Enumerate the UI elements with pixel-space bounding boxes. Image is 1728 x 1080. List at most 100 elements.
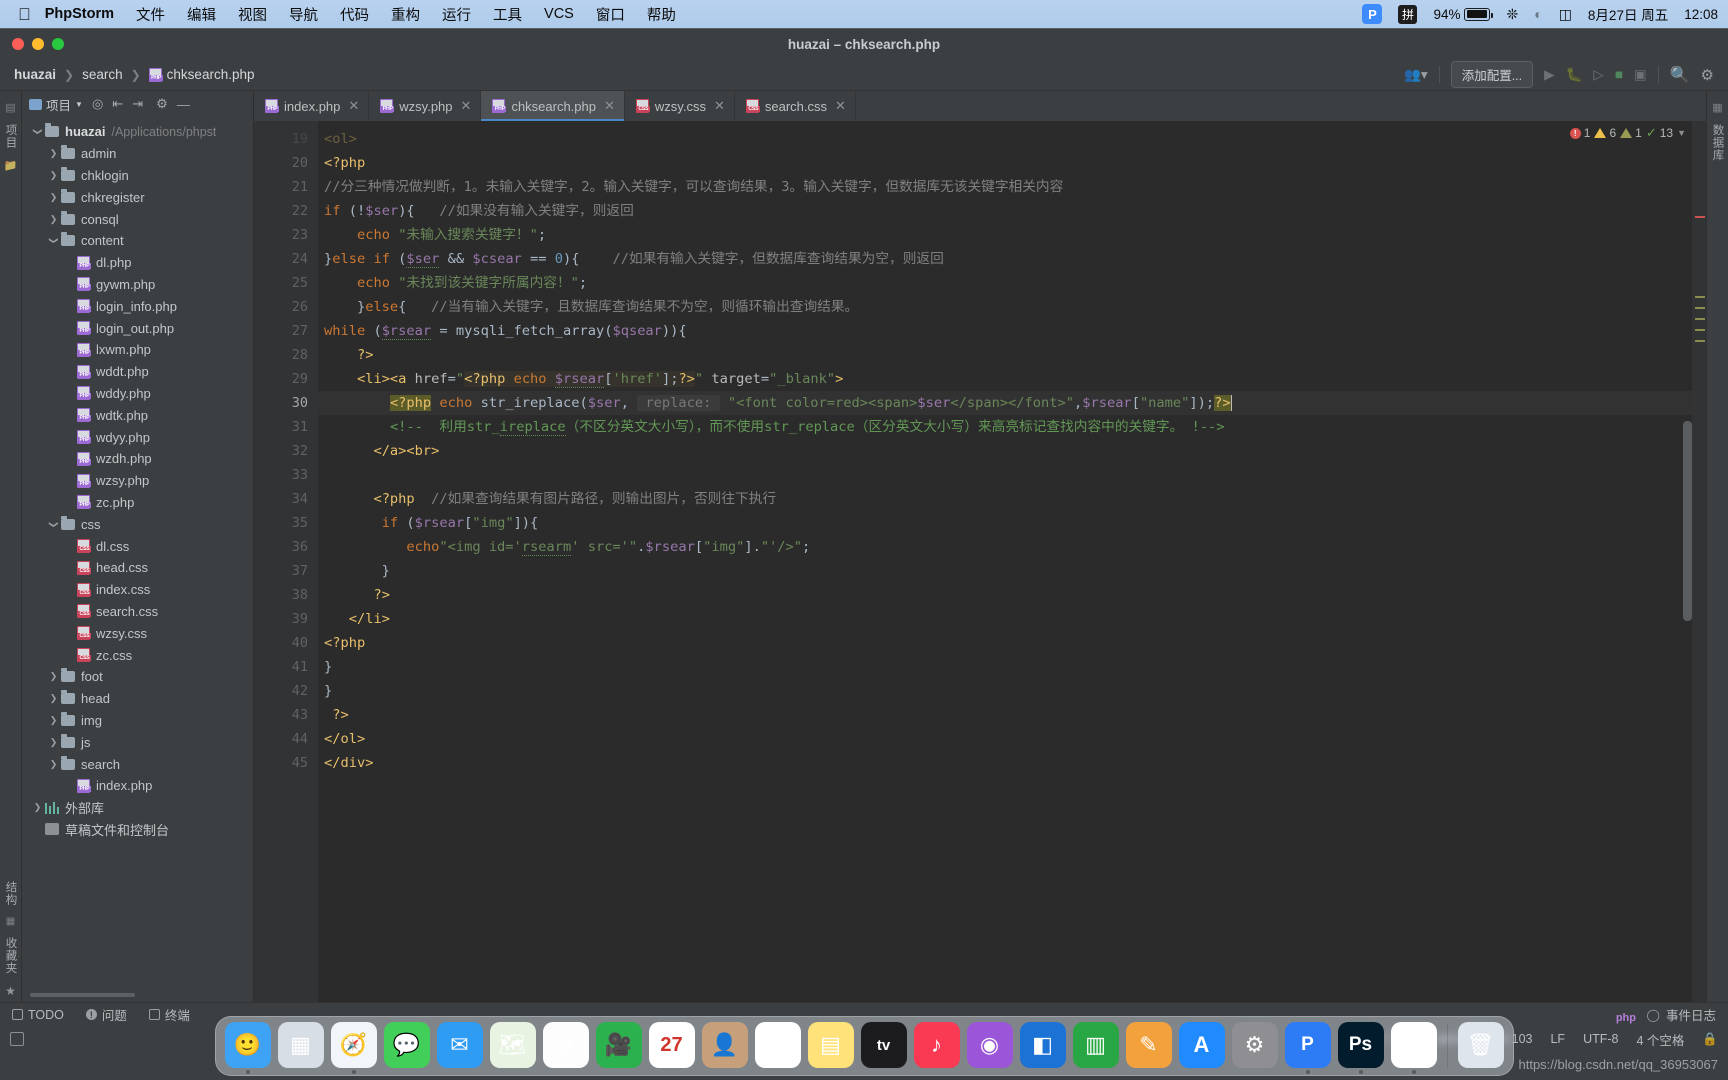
tree-item-wzdh-php[interactable]: ❯wzdh.php: [22, 448, 253, 470]
minimize-window-button[interactable]: [32, 38, 44, 50]
bluetooth-icon[interactable]: ❊: [1506, 6, 1518, 23]
close-icon[interactable]: ✕: [714, 98, 725, 114]
line-number-28[interactable]: 28: [254, 343, 318, 367]
tree-item-gywm-php[interactable]: ❯gywm.php: [22, 274, 253, 296]
dock-notes-icon[interactable]: ▤: [807, 1022, 854, 1068]
code-line-45[interactable]: </div>: [318, 751, 1692, 775]
tree-item-js[interactable]: ❯ js: [22, 731, 253, 753]
line-number-41[interactable]: 41: [254, 655, 318, 679]
warning-marker[interactable]: [1695, 296, 1705, 298]
tree-item-head-css[interactable]: ❯head.css: [22, 557, 253, 579]
dock-photos-icon[interactable]: ❀: [542, 1022, 589, 1068]
tree-item-chkregister[interactable]: ❯ chkregister: [22, 186, 253, 208]
line-number-30[interactable]: 30: [254, 391, 318, 415]
profile-icon[interactable]: ■: [1615, 67, 1623, 82]
line-number-44[interactable]: 44: [254, 727, 318, 751]
close-window-button[interactable]: [12, 38, 24, 50]
tree-item-css[interactable]: ❯ css: [22, 513, 253, 535]
menu-item-view[interactable]: 视图: [238, 4, 267, 25]
line-number-25[interactable]: 25: [254, 271, 318, 295]
code-line-22[interactable]: if (!$ser){ //如果没有输入关键字，则返回: [318, 199, 1692, 223]
warning-marker[interactable]: [1695, 318, 1705, 320]
dock-numbers-icon[interactable]: ▥: [1072, 1022, 1119, 1068]
line-number-26[interactable]: 26: [254, 295, 318, 319]
tree-item---------[interactable]: ❯草稿文件和控制台: [22, 819, 253, 841]
dock-safari-icon[interactable]: 🧭: [330, 1022, 377, 1074]
line-number-21[interactable]: 21: [254, 175, 318, 199]
close-icon[interactable]: ✕: [461, 98, 472, 114]
zoom-window-button[interactable]: [52, 38, 64, 50]
dock-messages-icon[interactable]: 💬: [383, 1022, 430, 1068]
tree-item-dl-php[interactable]: ❯dl.php: [22, 252, 253, 274]
typo-count-chip[interactable]: ✓ 13: [1646, 125, 1673, 141]
tree-item----[interactable]: ❯ 外部库: [22, 797, 253, 819]
chevron-right-icon[interactable]: ❯: [46, 170, 61, 181]
tree-item-consql[interactable]: ❯ consql: [22, 208, 253, 230]
stop-icon[interactable]: ▣: [1634, 67, 1647, 83]
tree-item-dl-css[interactable]: ❯dl.css: [22, 535, 253, 557]
warning-marker[interactable]: [1695, 340, 1705, 342]
chevron-right-icon[interactable]: ❯: [46, 148, 61, 159]
code-line-25[interactable]: echo "未找到该关键字所属内容！";: [318, 271, 1692, 295]
code-line-19[interactable]: <ol>: [318, 127, 1692, 151]
menu-item-help[interactable]: 帮助: [647, 4, 676, 25]
code-line-20[interactable]: <?php: [318, 151, 1692, 175]
line-number-37[interactable]: 37: [254, 559, 318, 583]
chevron-right-icon[interactable]: ❯: [46, 214, 61, 225]
menu-item-window[interactable]: 窗口: [596, 4, 625, 25]
apple-icon[interactable]: : [18, 6, 31, 23]
chevron-right-icon[interactable]: ❯: [46, 192, 61, 203]
line-number-45[interactable]: 45: [254, 751, 318, 775]
code-line-44[interactable]: </ol>: [318, 727, 1692, 751]
tree-item-admin[interactable]: ❯ admin: [22, 143, 253, 165]
breadcrumb-folder[interactable]: search: [82, 67, 123, 82]
tree-item-foot[interactable]: ❯ foot: [22, 666, 253, 688]
editor-vertical-scrollbar[interactable]: [1683, 421, 1692, 621]
menubar-time[interactable]: 12:08: [1684, 7, 1718, 22]
dock-appletv-icon[interactable]: tv: [860, 1022, 907, 1068]
code-line-26[interactable]: }else{ //当有输入关键字，且数据库查询结果不为空，则循环输出查询结果。: [318, 295, 1692, 319]
tree-item-zc-css[interactable]: ❯zc.css: [22, 644, 253, 666]
inspection-widget[interactable]: ! 1 6 1 ✓ 13 ▼: [1569, 125, 1686, 141]
weak-warning-count-chip[interactable]: 1: [1620, 126, 1642, 140]
line-number-40[interactable]: 40: [254, 631, 318, 655]
code-line-40[interactable]: <?php: [318, 631, 1692, 655]
line-number-36[interactable]: 36: [254, 535, 318, 559]
code-line-24[interactable]: }else if ($ser && $csear == 0){ //如果有输入关…: [318, 247, 1692, 271]
line-number-42[interactable]: 42: [254, 679, 318, 703]
hide-icon[interactable]: —: [177, 97, 190, 112]
code-line-36[interactable]: echo"<img id='rsearm' src='".$rsear["img…: [318, 535, 1692, 559]
dock-system-preferences-icon[interactable]: ⚙: [1231, 1022, 1278, 1068]
code-line-30[interactable]: <?php echo str_ireplace($ser, replace: "…: [318, 391, 1692, 415]
dock-calendar-icon[interactable]: 27: [648, 1022, 695, 1068]
close-icon[interactable]: ✕: [348, 98, 359, 114]
search-everywhere-icon[interactable]: 🔍: [1670, 65, 1690, 85]
menubar-date[interactable]: 8月27日 周五: [1588, 4, 1668, 24]
collapse-all-icon[interactable]: ⇥: [132, 96, 143, 112]
line-number-39[interactable]: 39: [254, 607, 318, 631]
debug-icon[interactable]: 🐛: [1566, 67, 1583, 83]
editor-tab-wzsy-css[interactable]: wzsy.css ✕: [625, 91, 735, 121]
line-number-31[interactable]: 31: [254, 415, 318, 439]
code-line-33[interactable]: [318, 463, 1692, 487]
project-file-tree[interactable]: ❯ huazai/Applications/phpst ❯ admin ❯ chklogi…: [22, 117, 253, 993]
tree-item-content[interactable]: ❯ content: [22, 230, 253, 252]
line-number-33[interactable]: 33: [254, 463, 318, 487]
code-line-28[interactable]: ?>: [318, 343, 1692, 367]
code-line-39[interactable]: </li>: [318, 607, 1692, 631]
code-editor[interactable]: 19 20 21 22 23 24 25 26 27 28 29 30 31 32 33 34 35 36 37 38…: [254, 121, 1706, 1002]
tree-item-lxwm-php[interactable]: ❯lxwm.php: [22, 339, 253, 361]
tree-item-wdtk-php[interactable]: ❯wdtk.php: [22, 404, 253, 426]
tree-item-search[interactable]: ❯ search: [22, 753, 253, 775]
tree-item-login-out-php[interactable]: ❯login_out.php: [22, 317, 253, 339]
project-title-dropdown[interactable]: 项目 ▼: [29, 95, 83, 114]
favorites-star-icon[interactable]: ★: [5, 984, 16, 998]
line-number-20[interactable]: 20: [254, 151, 318, 175]
run-icon[interactable]: ▶: [1544, 67, 1554, 83]
chevron-right-icon[interactable]: ❯: [46, 759, 61, 770]
warning-marker[interactable]: [1695, 307, 1705, 309]
expand-all-icon[interactable]: ⇤: [112, 96, 123, 112]
code-line-37[interactable]: }: [318, 559, 1692, 583]
structure-tool-icon[interactable]: ▦: [6, 916, 15, 927]
chevron-right-icon[interactable]: ❯: [46, 737, 61, 748]
